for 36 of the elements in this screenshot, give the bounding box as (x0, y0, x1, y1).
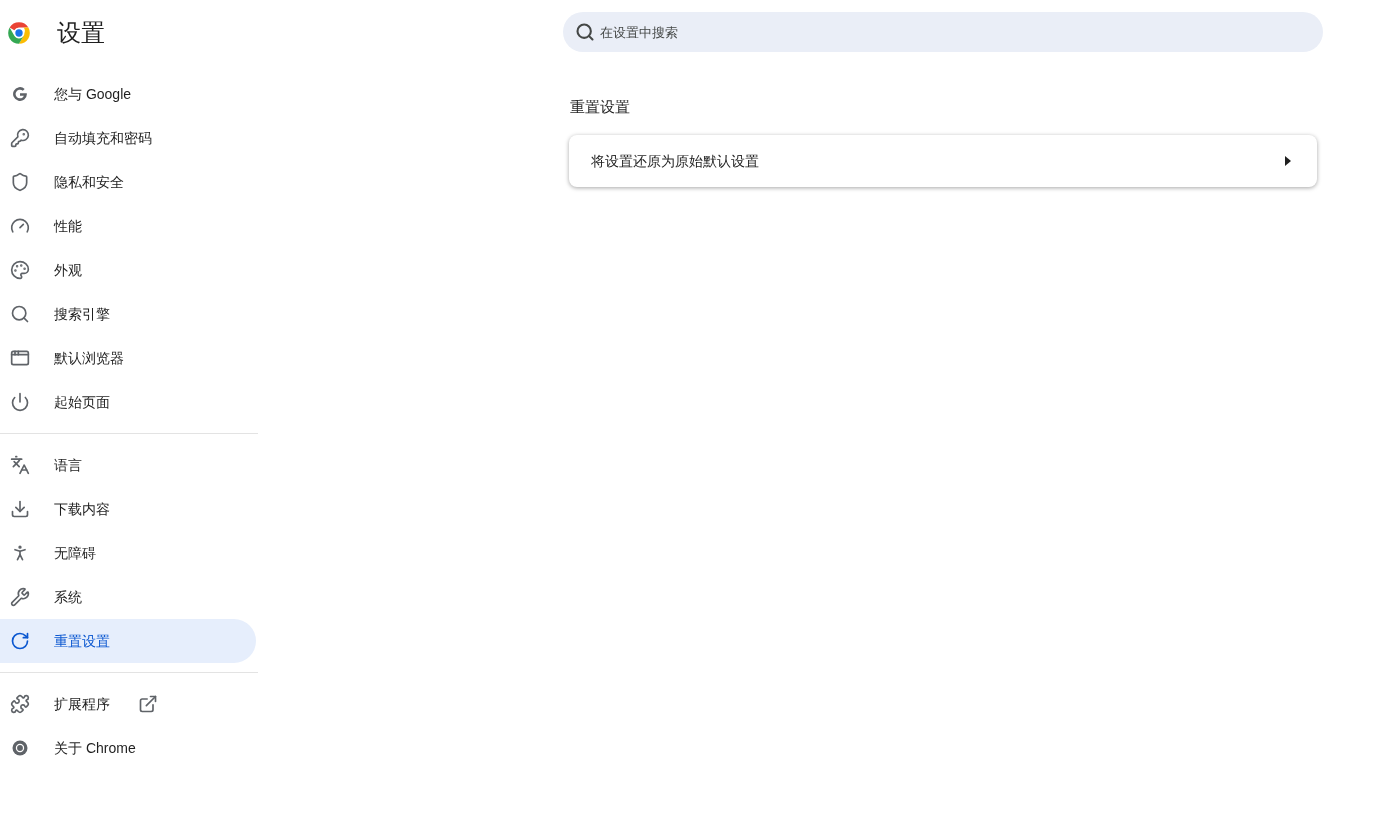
sidebar-item[interactable]: 起始页面 (0, 380, 256, 424)
g-icon (10, 84, 30, 104)
shield-icon (10, 172, 30, 192)
sidebar-item[interactable]: 隐私和安全 (0, 160, 256, 204)
chrome-icon (10, 738, 30, 758)
sidebar-item[interactable]: 性能 (0, 204, 256, 248)
caret-icon (1285, 156, 1291, 166)
search-icon (10, 304, 30, 324)
power-icon (10, 392, 30, 412)
sidebar-item[interactable]: 下载内容 (0, 487, 256, 531)
browser-logo (6, 20, 32, 46)
section-title: 重置设置 (570, 97, 630, 117)
sidebar-item[interactable]: 默认浏览器 (0, 336, 256, 380)
sidebar-item[interactable]: 系统 (0, 575, 256, 619)
translate-icon (10, 455, 30, 475)
sidebar-item[interactable]: 您与 Google (0, 72, 256, 116)
wrench-icon (10, 587, 30, 607)
sidebar-item[interactable]: 自动填充和密码 (0, 116, 256, 160)
sidebar-item[interactable]: 关于 Chrome (0, 726, 256, 770)
sidebar-item[interactable]: 语言 (0, 443, 256, 487)
puzzle-icon (10, 694, 30, 714)
sidebar-item[interactable]: 无障碍 (0, 531, 256, 575)
palette-icon (10, 260, 30, 280)
reset-icon (10, 631, 30, 651)
sidebar-item[interactable]: 重置设置 (0, 619, 256, 663)
gauge-icon (10, 216, 30, 236)
sidebar-item[interactable]: 扩展程序 (0, 682, 256, 726)
key-icon (10, 128, 30, 148)
search-icon (575, 22, 595, 42)
search-field[interactable]: 在设置中搜索 (563, 12, 1323, 52)
sidebar-item[interactable]: 外观 (0, 248, 256, 292)
page-title: 设置 (57, 18, 105, 48)
sidebar-item[interactable]: 搜索引擎 (0, 292, 256, 336)
settings-row[interactable]: 将设置还原为原始默认设置 (569, 135, 1317, 187)
download-icon (10, 499, 30, 519)
window-icon (10, 348, 30, 368)
